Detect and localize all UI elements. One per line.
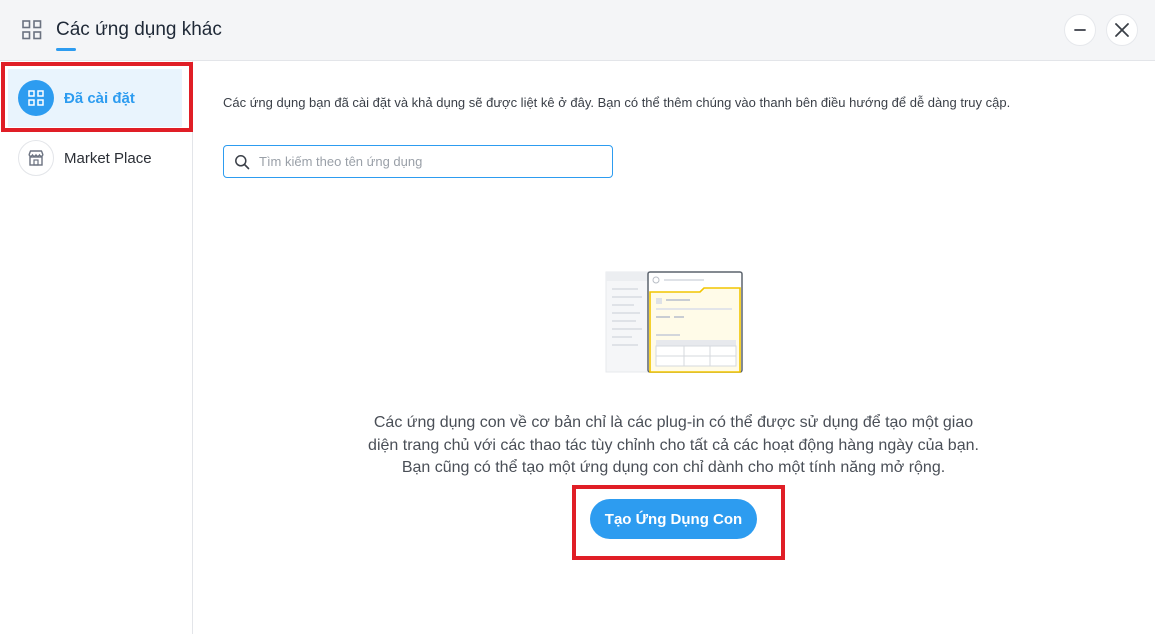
- search-box[interactable]: [223, 145, 613, 178]
- sidebar-item-label: Market Place: [64, 149, 152, 167]
- empty-state-line: Bạn cũng có thể tạo một ứng dụng con chỉ…: [401, 459, 946, 476]
- create-sub-app-button[interactable]: Tạo Ứng Dụng Con: [590, 499, 757, 539]
- search-input[interactable]: [259, 154, 589, 169]
- sidebar: Đã cài đặt Market Place: [0, 61, 193, 634]
- window-header: Các ứng dụng khác: [0, 0, 1155, 61]
- empty-state-line: Các ứng dụng con về cơ bản chỉ là các pl…: [373, 414, 974, 431]
- empty-state-illustration: [605, 271, 743, 373]
- grid-icon: [22, 20, 42, 40]
- grid-icon: [18, 80, 54, 116]
- close-icon: [1115, 23, 1129, 37]
- sidebar-item-installed[interactable]: Đã cài đặt: [8, 69, 182, 127]
- minimize-button[interactable]: [1064, 14, 1096, 46]
- sidebar-item-market-place[interactable]: Market Place: [8, 129, 182, 187]
- sidebar-item-label: Đã cài đặt: [64, 89, 135, 107]
- page-title: Các ứng dụng khác: [56, 19, 222, 40]
- empty-state-line: diện trang chủ với các thao tác tùy chỉn…: [368, 436, 979, 454]
- search-icon: [235, 154, 250, 169]
- installed-apps-description: Các ứng dụng bạn đã cài đặt và khả dụng …: [223, 95, 1011, 110]
- title-underline: [56, 48, 76, 51]
- empty-state-text: Các ứng dụng con về cơ bản chỉ là các pl…: [300, 412, 1047, 480]
- minus-icon: [1074, 29, 1086, 31]
- close-button[interactable]: [1106, 14, 1138, 46]
- store-icon: [18, 140, 54, 176]
